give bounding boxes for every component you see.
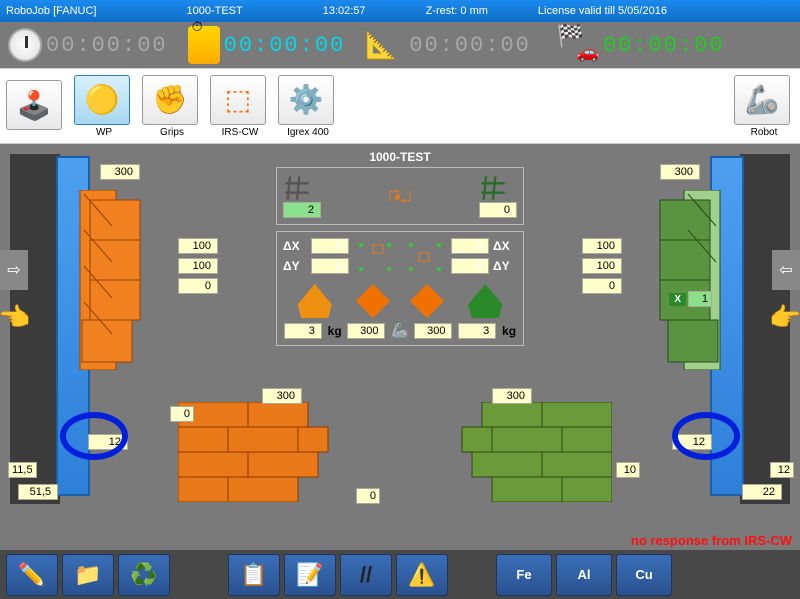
- dim-l-100b[interactable]: 100: [178, 258, 218, 274]
- igrex-icon: ⚙️: [278, 75, 334, 125]
- dxL[interactable]: 0: [311, 238, 349, 254]
- dx-right-icon: [402, 238, 448, 276]
- dim-bl-300[interactable]: 300: [262, 388, 302, 404]
- dim-l-515[interactable]: 51,5: [18, 484, 58, 500]
- svg-text:#: #: [396, 195, 400, 202]
- weight-left-icon: [298, 284, 332, 318]
- bottom-stack-orange[interactable]: [178, 402, 358, 502]
- stopwatch-icon: [8, 28, 42, 62]
- dim-r-22[interactable]: 22: [742, 484, 782, 500]
- app-name: RoboJob [FANUC]: [6, 5, 96, 17]
- dim-l-b0[interactable]: 0: [170, 406, 194, 422]
- fe-button[interactable]: Fe: [496, 554, 552, 596]
- dim-br-300[interactable]: 300: [492, 388, 532, 404]
- robot-button[interactable]: 🦾Robot: [734, 75, 794, 138]
- bottom-bar: ✏️ 📁 ♻️ 📋 📝 // ⚠️ Fe Al Cu: [0, 550, 800, 599]
- grips-button[interactable]: ✊Grips: [142, 75, 202, 138]
- stack-left-orange[interactable]: [78, 190, 146, 370]
- arrows-icon: #: [386, 182, 414, 210]
- race-flag-icon: [551, 27, 599, 63]
- hist-box: 2 # 0: [276, 167, 524, 225]
- dyR[interactable]: 0: [451, 258, 489, 274]
- diamond-2-icon: [410, 284, 444, 318]
- dim-r-100a[interactable]: 100: [582, 238, 622, 254]
- dxR[interactable]: 0: [451, 238, 489, 254]
- wp-icon: 🟡: [74, 75, 130, 125]
- dx-left-icon: [352, 238, 398, 276]
- folder-button[interactable]: 📁: [62, 554, 114, 596]
- dim-l-115[interactable]: 11,5: [8, 462, 37, 478]
- dim-r-s12[interactable]: 12: [770, 462, 794, 478]
- timer-4: 00:00:00: [603, 33, 725, 58]
- hand-left-icon[interactable]: 👈: [0, 302, 30, 333]
- dim-r-300[interactable]: 300: [660, 164, 700, 180]
- al-button[interactable]: Al: [556, 554, 612, 596]
- status-bar: 00:00:00 00:00:00 00:00:00 00:00:00: [0, 22, 800, 68]
- job-id: 1000-TEST: [186, 5, 242, 17]
- kgL[interactable]: 3: [284, 323, 322, 339]
- kgR[interactable]: 3: [458, 323, 496, 339]
- grips-icon: ✊: [142, 75, 198, 125]
- notes1-button[interactable]: 📋: [228, 554, 280, 596]
- arrow-left-icon[interactable]: ⇨: [0, 250, 28, 290]
- cu-button[interactable]: Cu: [616, 554, 672, 596]
- hash-right-icon: [479, 174, 507, 202]
- highlight-right: [672, 412, 740, 460]
- dim-r-10[interactable]: 10: [616, 462, 640, 478]
- clock: 13:02:57: [323, 5, 366, 17]
- dim-l-100a[interactable]: 100: [178, 238, 218, 254]
- canvas: 👈 👈 ⇨ ⇦: [0, 144, 800, 550]
- notes2-button[interactable]: 📝: [284, 554, 336, 596]
- center-panel: 1000-TEST 2 # 0 ΔX0 ΔY0: [276, 150, 524, 352]
- dim-bl-0[interactable]: 0: [356, 488, 380, 504]
- bracket-icon: 🦾: [391, 322, 408, 339]
- center-title: 1000-TEST: [276, 150, 524, 164]
- dim-l-0[interactable]: 0: [178, 278, 218, 294]
- dim-l-300[interactable]: 300: [100, 164, 140, 180]
- toolbar: 🕹️ 🟡WP ✊Grips ⬚IRS-CW ⚙️Igrex 400 🦾Robot: [0, 68, 800, 144]
- midL[interactable]: 300: [347, 323, 385, 339]
- edit-button[interactable]: ✏️: [6, 554, 58, 596]
- bottom-stack-green[interactable]: [432, 402, 612, 502]
- stack-right-green[interactable]: [654, 190, 722, 370]
- robot-icon: 🦾: [734, 75, 790, 125]
- count-left[interactable]: 2: [283, 202, 321, 218]
- recycle-button[interactable]: ♻️: [118, 554, 170, 596]
- count-right[interactable]: 0: [479, 202, 517, 218]
- irs-button[interactable]: ⬚IRS-CW: [210, 75, 270, 138]
- irs-icon: ⬚: [210, 75, 266, 125]
- arrow-right-icon[interactable]: ⇦: [772, 250, 800, 290]
- igrex-button[interactable]: ⚙️Igrex 400: [278, 75, 338, 138]
- title-bar: RoboJob [FANUC] 1000-TEST 13:02:57 Z-res…: [0, 0, 800, 22]
- wp-button[interactable]: 🟡WP: [74, 75, 134, 138]
- io-button[interactable]: 🕹️: [6, 80, 66, 132]
- highlight-left: [60, 412, 128, 460]
- dim-r-0[interactable]: 0: [582, 278, 622, 294]
- stripes-button[interactable]: //: [340, 554, 392, 596]
- warning-button[interactable]: ⚠️: [396, 554, 448, 596]
- hand-right-icon[interactable]: 👈: [770, 302, 800, 333]
- ruler-icon: [365, 30, 405, 60]
- traffic-light-icon: [188, 26, 220, 64]
- timer-1: 00:00:00: [46, 33, 168, 58]
- diamond-1-icon: [356, 284, 390, 318]
- io-icon: 🕹️: [6, 80, 62, 130]
- x-badge[interactable]: X1: [669, 291, 712, 307]
- midR[interactable]: 300: [414, 323, 452, 339]
- zrest: Z-rest: 0 mm: [426, 5, 488, 17]
- dim-r-100b[interactable]: 100: [582, 258, 622, 274]
- delta-box: ΔX0 ΔY0 0ΔX 0ΔY 3 kg 300 🦾: [276, 231, 524, 346]
- timer-3: 00:00:00: [409, 33, 531, 58]
- hash-left-icon: [283, 174, 311, 202]
- weight-right-icon: [468, 284, 502, 318]
- error-message: no response from IRS-CW: [631, 533, 792, 548]
- dyL[interactable]: 0: [311, 258, 349, 274]
- license: License valid till 5/05/2016: [538, 5, 667, 17]
- timer-2: 00:00:00: [224, 33, 346, 58]
